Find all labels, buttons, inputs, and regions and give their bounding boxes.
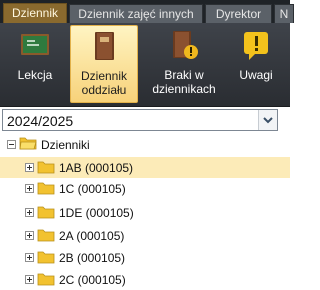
- braki-label-line1: Braki w: [164, 68, 204, 82]
- year-select-value: 2024/2025: [7, 113, 74, 129]
- tab-dyrektor[interactable]: Dyrektor: [205, 4, 272, 23]
- book-warning-icon: [173, 31, 198, 59]
- expand-icon[interactable]: [25, 163, 34, 172]
- expand-icon[interactable]: [25, 275, 34, 284]
- folder-icon: [37, 251, 55, 264]
- year-select[interactable]: 2024/2025: [2, 109, 278, 131]
- chevron-down-icon: [263, 117, 273, 124]
- year-dropdown-button[interactable]: [258, 110, 277, 130]
- dziennik-label-line2: oddziału: [81, 83, 127, 97]
- tab-bar: Dziennik Dziennik zajęć innych Dyrektor …: [0, 0, 294, 23]
- tree-item[interactable]: 2A (000105): [0, 225, 290, 246]
- tree-item[interactable]: 1DE (000105): [0, 202, 290, 223]
- tree-item-label: 1AB (000105): [59, 161, 134, 175]
- tree-item[interactable]: 2C (000105): [0, 269, 290, 290]
- dziennik-label-line1: Dziennik: [80, 69, 128, 83]
- journal-tree: Dzienniki 1AB (000105) 1C (000105) 1DE (…: [0, 133, 290, 290]
- folder-icon: [37, 206, 55, 219]
- tree-item-label: 1C (000105): [59, 182, 126, 196]
- lekcja-label: Lekcja: [17, 68, 53, 82]
- tree-item[interactable]: 2B (000105): [0, 247, 290, 268]
- expand-icon[interactable]: [25, 253, 34, 262]
- tree-root-row[interactable]: Dzienniki: [0, 134, 290, 155]
- tree-root-label: Dzienniki: [41, 138, 90, 152]
- uwagi-button[interactable]: Uwagi: [228, 25, 284, 103]
- expand-icon[interactable]: [25, 184, 34, 193]
- braki-w-dziennikach-button[interactable]: Braki w dziennikach: [144, 25, 224, 103]
- collapse-icon[interactable]: [7, 140, 16, 149]
- folder-icon: [37, 229, 55, 242]
- folder-icon: [37, 182, 55, 195]
- tree-item-label: 1DE (000105): [59, 206, 134, 220]
- folder-icon: [37, 161, 55, 174]
- expand-icon[interactable]: [25, 231, 34, 240]
- chalkboard-icon: [21, 34, 49, 55]
- braki-label-line2: dziennikach: [152, 82, 216, 96]
- dziennik-oddzialu-label: Dziennik oddziału: [71, 69, 137, 97]
- tab-dziennik-zajec-innych[interactable]: Dziennik zajęć innych: [69, 4, 203, 23]
- lekcja-button[interactable]: Lekcja: [2, 25, 68, 103]
- tree-item[interactable]: 1C (000105): [0, 178, 290, 199]
- tab-dziennik[interactable]: Dziennik: [3, 3, 67, 23]
- tab-next[interactable]: N: [274, 4, 294, 23]
- tree-item-label: 2B (000105): [59, 251, 126, 265]
- tree-item-label: 2A (000105): [59, 229, 125, 243]
- expand-icon[interactable]: [25, 208, 34, 217]
- open-folder-icon: [19, 137, 37, 150]
- ribbon-toolbar: Lekcja Dziennik oddziału Braki w dzienni…: [0, 23, 290, 107]
- folder-icon: [37, 273, 55, 286]
- tree-item[interactable]: 1AB (000105): [0, 157, 290, 178]
- uwagi-label: Uwagi: [239, 68, 273, 82]
- dziennik-oddzialu-button[interactable]: Dziennik oddziału: [70, 25, 138, 103]
- braki-label: Braki w dziennikach: [144, 68, 224, 96]
- exclamation-note-icon: [244, 32, 268, 60]
- tree-item-label: 2C (000105): [59, 273, 126, 287]
- book-icon: [95, 32, 114, 60]
